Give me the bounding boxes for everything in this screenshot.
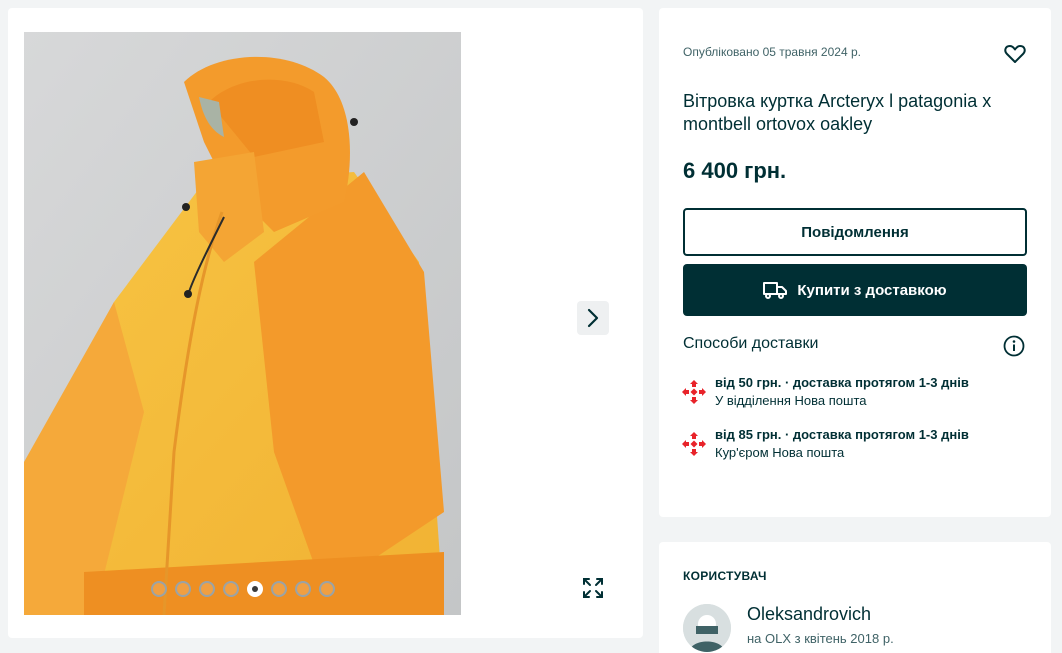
info-icon bbox=[1003, 335, 1025, 357]
gallery-dot[interactable] bbox=[151, 581, 167, 597]
listing-info-card: Опубліковано 05 травня 2024 р. Вітровка … bbox=[659, 8, 1051, 517]
next-image-button[interactable] bbox=[577, 301, 609, 335]
published-date: Опубліковано 05 травня 2024 р. bbox=[683, 45, 861, 59]
listing-title: Вітровка куртка Arcteryx l patagonia x m… bbox=[683, 91, 992, 134]
gallery-dot[interactable] bbox=[175, 581, 191, 597]
gallery-dot[interactable] bbox=[199, 581, 215, 597]
delivery-option-price: від 50 грн. · доставка протягом 1-3 днів bbox=[715, 375, 969, 390]
truck-icon bbox=[763, 282, 788, 299]
fullscreen-button[interactable] bbox=[577, 572, 609, 604]
listing-price: 6 400 грн. bbox=[683, 158, 787, 183]
delivery-info-button[interactable] bbox=[1003, 335, 1025, 357]
buy-with-delivery-button[interactable]: Купити з доставкою bbox=[683, 264, 1027, 316]
gallery-dot[interactable] bbox=[319, 581, 335, 597]
favorite-button[interactable] bbox=[1003, 42, 1027, 66]
user-since: на OLX з квітень 2018 р. bbox=[747, 631, 894, 646]
gallery-dot[interactable] bbox=[295, 581, 311, 597]
delivery-option-price: від 85 грн. · доставка протягом 1-3 днів bbox=[715, 427, 969, 442]
jacket-image bbox=[24, 32, 461, 615]
avatar[interactable] bbox=[683, 604, 731, 652]
delivery-option-method: У відділення Нова пошта bbox=[715, 393, 867, 408]
avatar-placeholder-icon bbox=[683, 604, 731, 652]
gallery-dot[interactable] bbox=[247, 581, 263, 597]
user-card: КОРИСТУВАЧ Oleksandrovich на OLX з квіте… bbox=[659, 542, 1051, 653]
gallery-dot[interactable] bbox=[271, 581, 287, 597]
delivery-option-method: Кур'єром Нова пошта bbox=[715, 445, 845, 460]
buy-button-label: Купити з доставкою bbox=[797, 281, 947, 299]
nova-poshta-icon bbox=[682, 432, 706, 456]
gallery-pagination bbox=[151, 581, 335, 597]
listing-photo[interactable] bbox=[24, 32, 461, 615]
user-section-heading: КОРИСТУВАЧ bbox=[683, 569, 767, 583]
gallery-card bbox=[8, 8, 643, 638]
chevron-right-icon bbox=[587, 308, 599, 328]
message-button-label: Повідомлення bbox=[801, 223, 909, 241]
expand-icon bbox=[583, 578, 603, 598]
gallery-dot[interactable] bbox=[223, 581, 239, 597]
user-name[interactable]: Oleksandrovich bbox=[747, 604, 871, 625]
nova-poshta-icon bbox=[682, 380, 706, 404]
delivery-heading: Способи доставки bbox=[683, 335, 819, 352]
message-button[interactable]: Повідомлення bbox=[683, 208, 1027, 256]
heart-icon bbox=[1004, 45, 1026, 63]
